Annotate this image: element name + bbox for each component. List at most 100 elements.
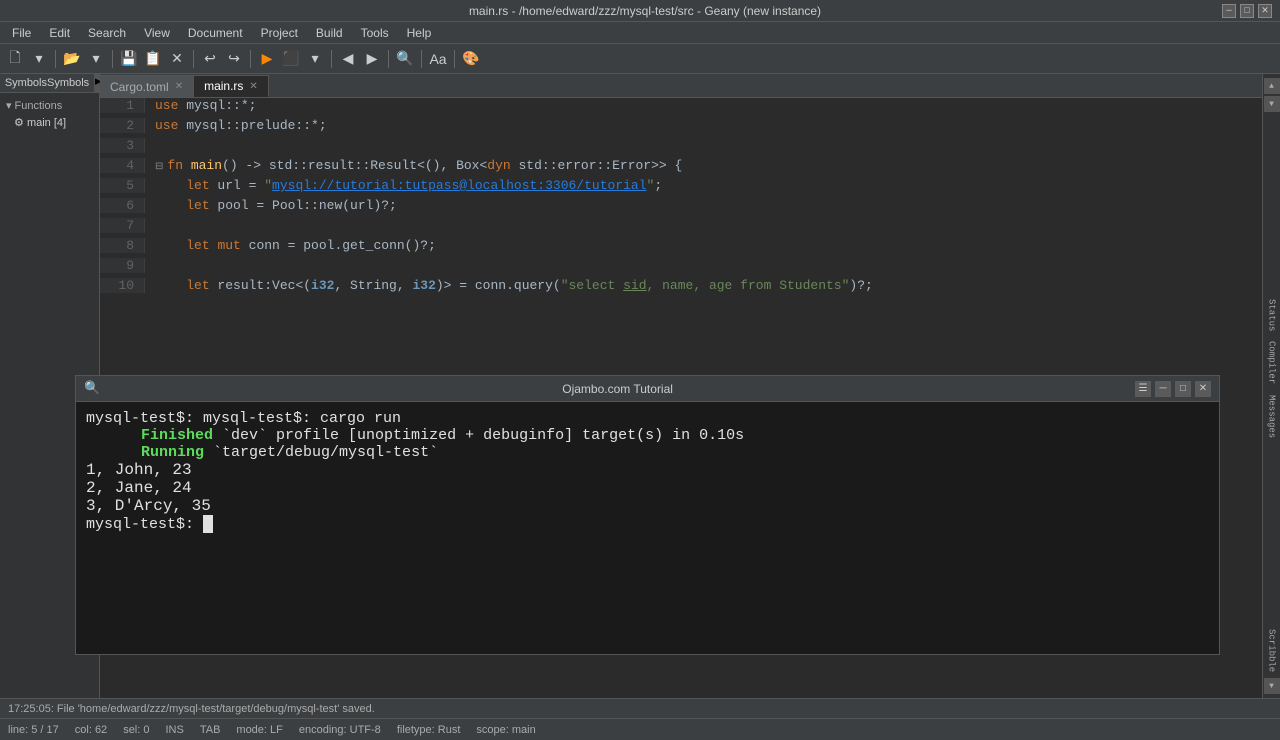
status-mode: mode: LF	[236, 724, 282, 736]
titlebar-controls[interactable]: ─ □ ✕	[1222, 4, 1272, 18]
code-line-1: 1 use mysql::*;	[100, 98, 1262, 118]
code-line-10: 10 let result:Vec<(i32, String, i32)> = …	[100, 278, 1262, 298]
tab-main-rs[interactable]: main.rs ✕	[194, 75, 269, 97]
line-num-2: 2	[100, 118, 145, 133]
redo-button[interactable]: ↪	[223, 48, 245, 70]
tab-close-cargo[interactable]: ✕	[175, 81, 183, 92]
next-button[interactable]: ▶	[361, 48, 383, 70]
status-filetype: filetype: Rust	[397, 724, 461, 736]
maximize-button[interactable]: □	[1240, 4, 1254, 18]
status-ins: INS	[165, 724, 183, 736]
panel-chevron-down[interactable]: ▼	[1264, 678, 1280, 694]
compiler-label[interactable]: Compiler	[1267, 337, 1277, 388]
spell-button[interactable]: Aa	[427, 48, 449, 70]
menu-search[interactable]: Search	[80, 24, 134, 42]
menu-document[interactable]: Document	[180, 24, 251, 42]
zoom-in-button[interactable]: 🔍	[394, 48, 416, 70]
save-session[interactable]: 📋	[142, 48, 164, 70]
close-button[interactable]: ✕	[1258, 4, 1272, 18]
terminal-menu-button[interactable]: ☰	[1135, 381, 1151, 397]
status-tab: TAB	[200, 724, 221, 736]
code-line-6: 6 let pool = Pool::new(url)?;	[100, 198, 1262, 218]
menu-tools[interactable]: Tools	[353, 24, 397, 42]
terminal-prompt-1: mysql-test$:	[86, 410, 203, 427]
toolbar-dropdown[interactable]: ▾	[28, 48, 50, 70]
line-content-1[interactable]: use mysql::*;	[145, 98, 256, 113]
open-dropdown[interactable]: ▾	[85, 48, 107, 70]
terminal-running-text: `target/debug/mysql-test`	[213, 444, 438, 461]
terminal-minimize-button[interactable]: ─	[1155, 381, 1171, 397]
chevron-down-icon: ▾	[6, 99, 12, 112]
messages-label[interactable]: Messages	[1267, 391, 1277, 442]
menubar: File Edit Search View Document Project B…	[0, 22, 1280, 44]
terminal-controls[interactable]: ☰ ─ □ ✕	[1135, 381, 1211, 397]
line-content-8[interactable]: let mut conn = pool.get_conn()?;	[145, 238, 436, 253]
status-sel: sel: 0	[123, 724, 149, 736]
terminal-body[interactable]: mysql-test$: mysql-test$: cargo run Fini…	[76, 402, 1219, 654]
fold-marker-4[interactable]: ⊟	[155, 162, 167, 173]
run-button[interactable]: ▶	[256, 48, 278, 70]
status-line: line: 5 / 17	[8, 724, 59, 736]
bottom-notification: 17:25:05: File 'home/edward/zzz/mysql-te…	[0, 698, 1280, 718]
minimize-button[interactable]: ─	[1222, 4, 1236, 18]
toolbar-sep-1	[55, 50, 56, 68]
menu-edit[interactable]: Edit	[41, 24, 78, 42]
sidebar-section-label: Functions	[15, 100, 63, 112]
terminal-data-row-2: 2, Jane, 24	[86, 479, 1209, 497]
terminal-line-running: Running `target/debug/mysql-test`	[86, 444, 1209, 461]
terminal-window: 🔍 Ojambo.com Tutorial ☰ ─ □ ✕ mysql-test…	[75, 375, 1220, 655]
menu-help[interactable]: Help	[399, 24, 440, 42]
sidebar-section-functions[interactable]: ▾ Functions	[2, 97, 97, 114]
line-content-5[interactable]: let url = "mysql://tutorial:tutpass@loca…	[145, 178, 662, 193]
status-encoding: encoding: UTF-8	[299, 724, 381, 736]
scribble-label[interactable]: Scribble	[1267, 625, 1277, 676]
tab-close-main[interactable]: ✕	[249, 81, 257, 92]
status-col: col: 62	[75, 724, 107, 736]
line-num-4: 4	[100, 158, 145, 173]
open-button[interactable]: 📂	[61, 48, 83, 70]
tab-cargo-toml[interactable]: Cargo.toml ✕	[100, 75, 194, 97]
terminal-title: Ojambo.com Tutorial	[100, 382, 1135, 396]
terminal-line-prompt2: mysql-test$:	[86, 515, 1209, 533]
line-content-3[interactable]	[145, 138, 163, 153]
line-content-10[interactable]: let result:Vec<(i32, String, i32)> = con…	[145, 278, 873, 293]
terminal-maximize-button[interactable]: □	[1175, 381, 1191, 397]
sidebar-item-main[interactable]: ⚙ main [4]	[2, 114, 97, 131]
terminal-line-finished: Finished `dev` profile [unoptimized + de…	[86, 427, 1209, 444]
prev-button[interactable]: ◀	[337, 48, 359, 70]
sidebar-tabs: SymbolsSymbols ▸	[0, 74, 99, 93]
line-num-6: 6	[100, 198, 145, 213]
menu-build[interactable]: Build	[308, 24, 351, 42]
color-button[interactable]: 🎨	[460, 48, 482, 70]
line-content-4[interactable]: ⊟fn main() -> std::result::Result<(), Bo…	[145, 158, 682, 173]
line-content-2[interactable]: use mysql::prelude::*;	[145, 118, 327, 133]
close-tab-button[interactable]: ✕	[166, 48, 188, 70]
save-button[interactable]: 💾	[118, 48, 140, 70]
terminal-search-button[interactable]: 🔍	[84, 381, 100, 396]
new-file-button[interactable]: 🗋	[4, 48, 26, 70]
line-num-3: 3	[100, 138, 145, 153]
sidebar-tab-arrow[interactable]: ▸	[95, 74, 99, 92]
stop-button[interactable]: ⬛	[280, 48, 302, 70]
build-btn-2[interactable]: ▾	[304, 48, 326, 70]
toolbar: 🗋 ▾ 📂 ▾ 💾 📋 ✕ ↩ ↪ ▶ ⬛ ▾ ◀ ▶ 🔍 Aa 🎨	[0, 44, 1280, 74]
line-content-7[interactable]	[145, 218, 163, 233]
toolbar-sep-8	[454, 50, 455, 68]
line-num-7: 7	[100, 218, 145, 233]
menu-file[interactable]: File	[4, 24, 39, 42]
scroll-down-button[interactable]: ▼	[1264, 96, 1280, 112]
tab-bar: Cargo.toml ✕ main.rs ✕	[100, 74, 1262, 98]
line-content-9[interactable]	[145, 258, 163, 273]
terminal-close-button[interactable]: ✕	[1195, 381, 1211, 397]
scroll-up-button[interactable]: ▲	[1264, 78, 1280, 94]
tab-symbols[interactable]: SymbolsSymbols	[0, 74, 95, 92]
line-content-6[interactable]: let pool = Pool::new(url)?;	[145, 198, 397, 213]
statusbar: line: 5 / 17 col: 62 sel: 0 INS TAB mode…	[0, 718, 1280, 740]
code-line-7: 7	[100, 218, 1262, 238]
menu-view[interactable]: View	[136, 24, 178, 42]
right-panel: ▲ ▼ Status Compiler Messages Scribble ▼	[1262, 74, 1280, 698]
terminal-data-row-3: 3, D'Arcy, 35	[86, 497, 1209, 515]
menu-project[interactable]: Project	[253, 24, 306, 42]
status-label[interactable]: Status	[1267, 295, 1277, 335]
undo-button[interactable]: ↩	[199, 48, 221, 70]
